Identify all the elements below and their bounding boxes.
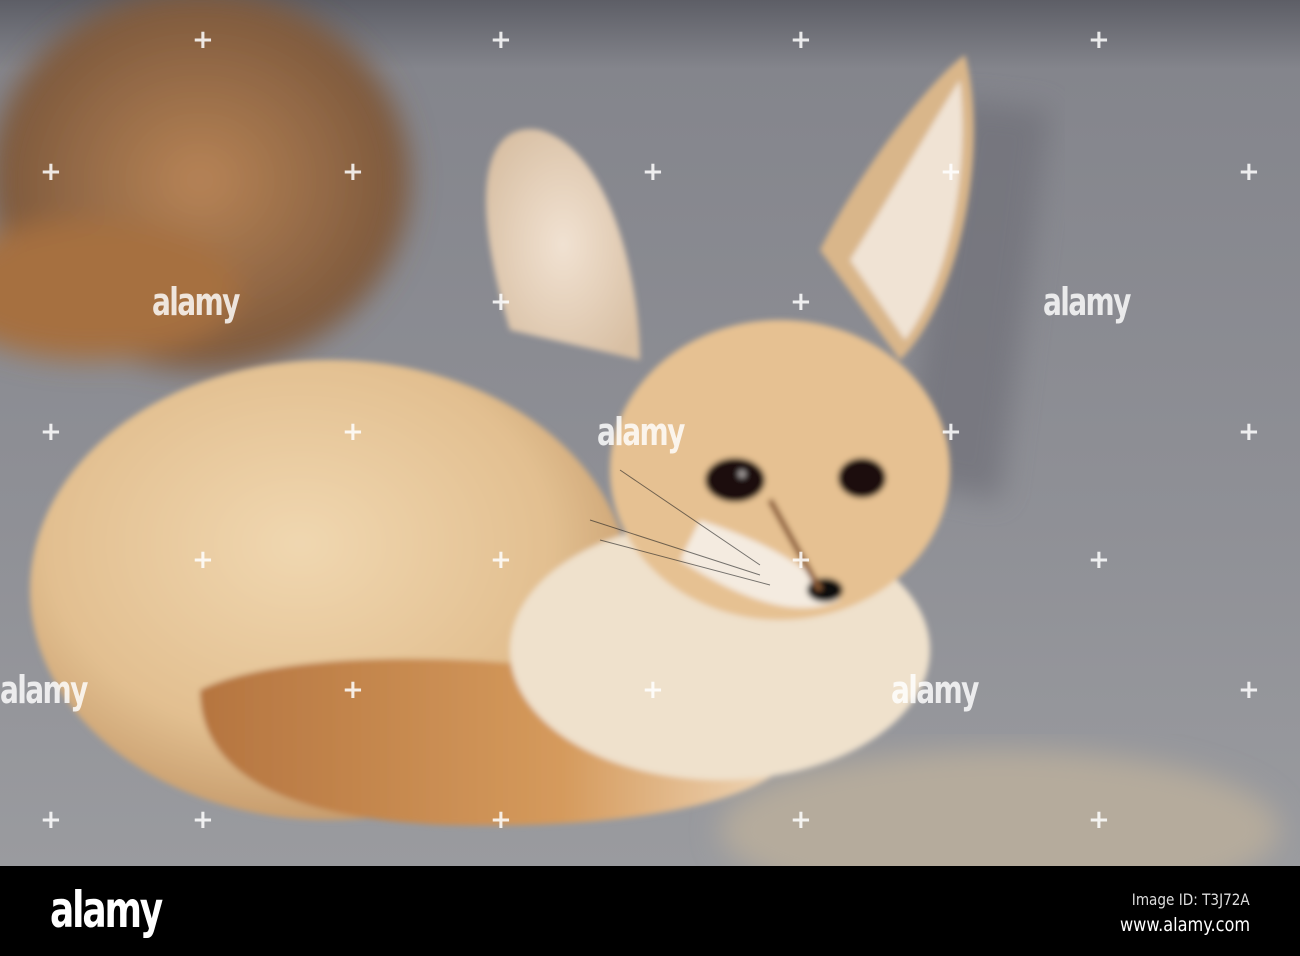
- watermark-plus-icon: +: [40, 805, 62, 835]
- image-id: Image ID: T3J72A: [1132, 890, 1250, 909]
- watermark-plus-icon: +: [490, 805, 512, 835]
- watermark-plus-icon: +: [642, 157, 664, 187]
- watermark-plus-icon: +: [1238, 675, 1260, 705]
- watermark-plus-icon: +: [1088, 805, 1110, 835]
- watermark-plus-icon: +: [342, 417, 364, 447]
- watermark-plus-icon: +: [192, 545, 214, 575]
- watermark-plus-icon: +: [1088, 545, 1110, 575]
- watermark-plus-icon: +: [642, 675, 664, 705]
- watermark-plus-icon: +: [790, 287, 812, 317]
- alamy-logo: alamy: [50, 881, 163, 939]
- watermark-plus-icon: +: [40, 417, 62, 447]
- watermark-plus-icon: +: [790, 25, 812, 55]
- watermark-plus-icon: +: [940, 157, 962, 187]
- stock-photo: alamy alamy alamy alamy alamy + + + + + …: [0, 0, 1300, 956]
- watermark-plus-icon: +: [1088, 25, 1110, 55]
- watermark-text: alamy: [891, 668, 979, 712]
- watermark-plus-icon: +: [490, 25, 512, 55]
- watermark-plus-icon: +: [940, 417, 962, 447]
- watermark-text: alamy: [597, 410, 685, 454]
- website-url: www.alamy.com: [1119, 914, 1250, 936]
- watermark-text: alamy: [152, 280, 240, 324]
- watermark-text: alamy: [1043, 280, 1131, 324]
- watermark-plus-icon: +: [490, 545, 512, 575]
- watermark-plus-icon: +: [40, 157, 62, 187]
- watermark-plus-icon: +: [342, 157, 364, 187]
- watermark-plus-icon: +: [192, 805, 214, 835]
- watermark-plus-icon: +: [790, 805, 812, 835]
- watermark-plus-icon: +: [342, 675, 364, 705]
- watermark-text: alamy: [0, 668, 88, 712]
- watermark-plus-icon: +: [490, 287, 512, 317]
- watermark-plus-icon: +: [1238, 157, 1260, 187]
- watermark-plus-icon: +: [790, 545, 812, 575]
- watermark-plus-icon: +: [192, 25, 214, 55]
- footer-bar: alamy Image ID: T3J72A www.alamy.com: [0, 866, 1300, 956]
- watermark-plus-icon: +: [1238, 417, 1260, 447]
